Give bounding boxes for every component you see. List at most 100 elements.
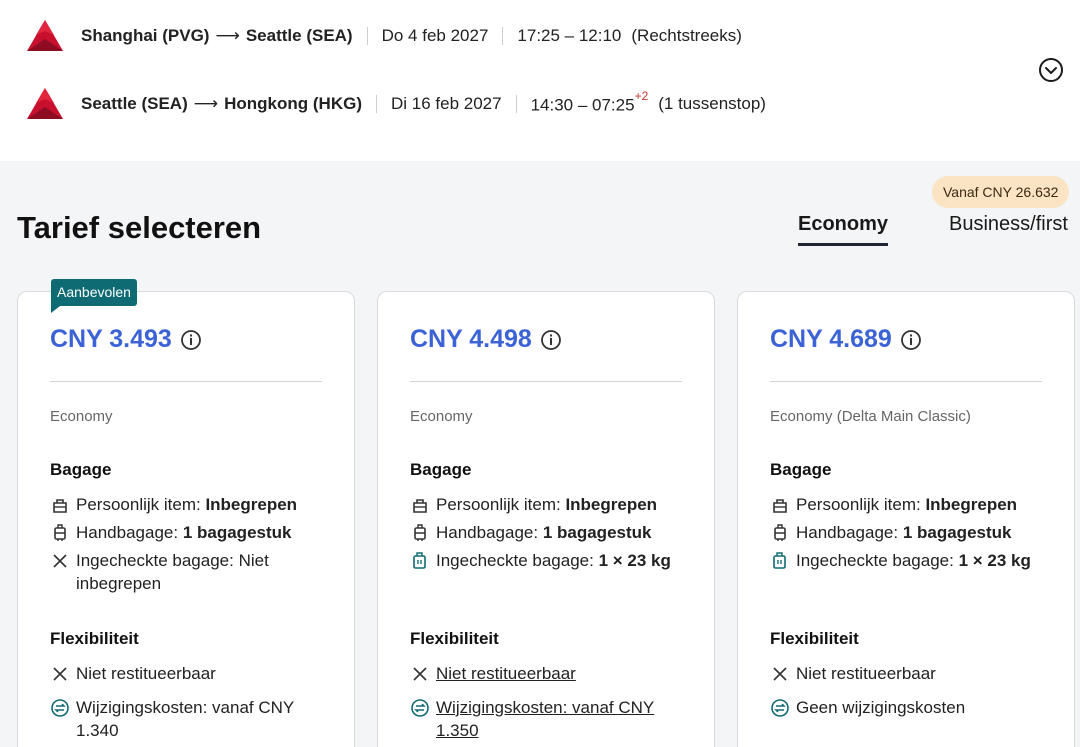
change-fee-text: Geen wijzigingskosten xyxy=(796,698,966,717)
page-title: Tarief selecteren xyxy=(17,210,262,245)
change-fee-row: Geen wijzigingskosten xyxy=(770,696,1060,719)
separator xyxy=(366,27,368,45)
stops-note: (Rechtstreeks) xyxy=(631,26,742,45)
tab-business-first[interactable]: Business/first xyxy=(949,213,1068,236)
suitcase-icon xyxy=(414,524,426,541)
value: 1 × 23 kg xyxy=(958,551,1031,570)
times-text: 14:30 – 07:25 xyxy=(530,95,635,115)
value: Inbegrepen xyxy=(925,495,1018,514)
destination: Hongkong (HKG) xyxy=(224,94,362,113)
carry-on-row: Handbagage: 1 bagagestuk xyxy=(50,521,340,544)
suitcase-icon xyxy=(774,524,786,541)
bag-icon xyxy=(773,499,787,513)
label: Ingecheckte bagage: xyxy=(436,551,599,570)
close-icon xyxy=(53,667,67,681)
cabin-class: Economy xyxy=(50,408,113,425)
value: Inbegrepen xyxy=(565,495,658,514)
carry-on-text: Handbagage: 1 bagagestuk xyxy=(436,521,651,544)
price-from-badge: Vanaf CNY 26.632 xyxy=(932,176,1070,208)
fare-card[interactable]: Aanbevolen CNY 3.493 Economy Bagage Pers… xyxy=(17,279,355,747)
label: Persoonlijk item: xyxy=(436,495,566,514)
change-fee-link[interactable]: Wijzigingskosten: vanaf CNY 1.350 xyxy=(436,696,700,742)
refund-text: Niet restitueerbaar xyxy=(796,664,936,683)
fare-price: CNY 4.689 xyxy=(770,325,922,354)
label: Ingecheckte bagage: xyxy=(796,551,959,570)
flexibility-title: Flexibiliteit xyxy=(50,629,139,648)
suitcase-icon xyxy=(54,524,66,541)
flexibility-title: Flexibiliteit xyxy=(410,629,499,648)
route: Shanghai (PVG) ⟶ Seattle (SEA) xyxy=(81,26,353,46)
carry-on-row: Handbagage: 1 bagagestuk xyxy=(770,521,1060,544)
flight-date: Do 4 feb 2027 xyxy=(381,26,489,45)
destination: Seattle (SEA) xyxy=(245,26,353,45)
checked-bag-row: Ingecheckte bagage: 1 × 23 kg xyxy=(410,549,700,572)
divider xyxy=(410,381,682,382)
flight-times: 17:25 – 12:10 xyxy=(517,26,622,45)
label: Handbagage: xyxy=(436,523,543,542)
change-fee-row: Wijzigingskosten: vanaf CNY 1.340 xyxy=(50,696,340,742)
refund-row[interactable]: Niet restitueerbaar xyxy=(410,662,700,685)
personal-item-row: Persoonlijk item: Inbegrepen xyxy=(770,493,1060,516)
change-fee-row[interactable]: Wijzigingskosten: vanaf CNY 1.350 xyxy=(410,696,700,742)
price-value: CNY 3.493 xyxy=(50,325,172,353)
flight-return: Seattle (SEA) ⟶ Hongkong (HKG) Di 16 feb… xyxy=(26,84,766,124)
personal-item-text: Persoonlijk item: Inbegrepen xyxy=(76,493,297,516)
divider xyxy=(770,381,1042,382)
change-fee-text: Wijzigingskosten: vanaf CNY 1.340 xyxy=(76,698,294,740)
fare-card[interactable]: CNY 4.498 Economy Bagage Persoonlijk ite… xyxy=(377,291,715,747)
cabin-class: Economy xyxy=(410,408,473,425)
origin: Seattle (SEA) xyxy=(81,94,188,113)
fare-card[interactable]: CNY 4.689 Economy (Delta Main Classic) B… xyxy=(737,291,1075,747)
exchange-icon xyxy=(51,699,69,717)
label: Ingecheckte bagage: Niet inbegrepen xyxy=(76,551,269,593)
price-value: CNY 4.498 xyxy=(410,325,532,353)
exchange-icon xyxy=(771,699,789,717)
delta-logo-icon xyxy=(27,88,63,119)
checked-bag-text: Ingecheckte bagage: 1 × 23 kg xyxy=(436,549,671,572)
value: 1 × 23 kg xyxy=(598,551,671,570)
value: Inbegrepen xyxy=(205,495,298,514)
refund-row: Niet restitueerbaar xyxy=(50,662,340,685)
luggage-icon xyxy=(773,552,786,569)
refund-row: Niet restitueerbaar xyxy=(770,662,1060,685)
recommended-badge: Aanbevolen xyxy=(51,279,137,313)
value: 1 bagagestuk xyxy=(182,523,292,542)
personal-item-row: Persoonlijk item: Inbegrepen xyxy=(50,493,340,516)
close-icon xyxy=(773,667,787,681)
baggage-title: Bagage xyxy=(770,460,832,479)
cabin-class: Economy (Delta Main Classic) xyxy=(770,408,971,425)
value: 1 bagagestuk xyxy=(902,523,1012,542)
label: Persoonlijk item: xyxy=(76,495,206,514)
checked-bag-text: Ingecheckte bagage: 1 × 23 kg xyxy=(796,549,1031,572)
bag-icon xyxy=(413,499,427,513)
stops-note: (1 tussenstop) xyxy=(658,94,766,113)
carry-on-text: Handbagage: 1 bagagestuk xyxy=(76,521,291,544)
price-value: CNY 4.689 xyxy=(770,325,892,353)
tab-economy[interactable]: Economy xyxy=(798,213,889,246)
divider xyxy=(50,381,322,382)
fare-price: CNY 4.498 xyxy=(410,325,562,354)
arrow-icon: ⟶ xyxy=(215,26,240,45)
checked-bag-row: Ingecheckte bagage: 1 × 23 kg xyxy=(770,549,1060,572)
personal-item-row: Persoonlijk item: Inbegrepen xyxy=(410,493,700,516)
origin: Shanghai (PVG) xyxy=(81,26,210,45)
personal-item-text: Persoonlijk item: Inbegrepen xyxy=(796,493,1017,516)
flight-times: 14:30 – 07:25+2 xyxy=(530,89,649,116)
flexibility-title: Flexibiliteit xyxy=(770,629,859,648)
delta-logo-icon xyxy=(27,20,63,51)
info-icon[interactable] xyxy=(900,329,922,351)
info-icon[interactable] xyxy=(540,329,562,351)
refund-link[interactable]: Niet restitueerbaar xyxy=(436,662,576,685)
separator xyxy=(502,27,504,45)
label: Persoonlijk item: xyxy=(796,495,926,514)
chevron-down-circle-icon[interactable] xyxy=(1038,57,1064,83)
fare-price: CNY 3.493 xyxy=(50,325,202,354)
day-offset: +2 xyxy=(634,88,649,103)
info-icon[interactable] xyxy=(180,329,202,351)
separator xyxy=(375,95,377,113)
luggage-icon xyxy=(413,552,426,569)
route: Seattle (SEA) ⟶ Hongkong (HKG) xyxy=(81,94,362,114)
label: Handbagage: xyxy=(796,523,903,542)
carry-on-row: Handbagage: 1 bagagestuk xyxy=(410,521,700,544)
itinerary-summary: Shanghai (PVG) ⟶ Seattle (SEA) Do 4 feb … xyxy=(0,0,1080,161)
